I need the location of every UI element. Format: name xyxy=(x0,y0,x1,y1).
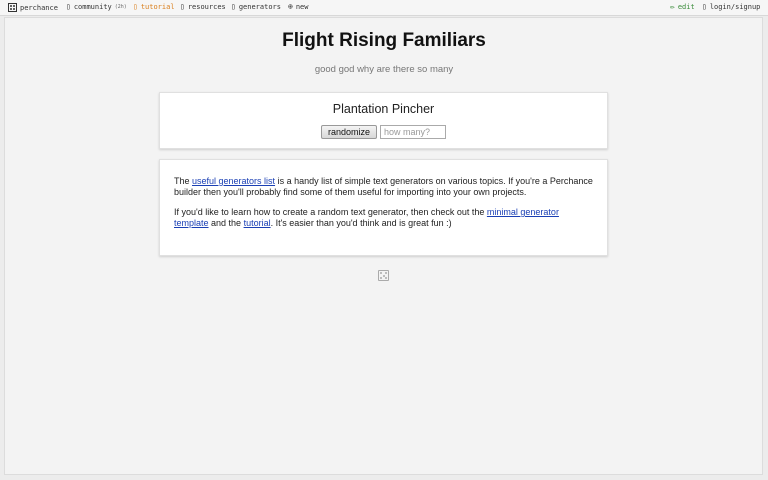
info-p1-text-start: The xyxy=(174,176,193,186)
nav-resources-link[interactable]: ▯ resources xyxy=(180,2,226,12)
nav-edit-link[interactable]: ✏ edit xyxy=(670,2,695,12)
nav-edit-label: edit xyxy=(677,3,695,11)
nav-tutorial-label: tutorial xyxy=(140,3,175,11)
info-paragraph-1: The useful generators list is a handy li… xyxy=(174,176,593,197)
useful-generators-link[interactable]: useful generators list xyxy=(192,176,275,186)
pencil-icon: ✏ xyxy=(670,2,675,11)
dice-logo-icon xyxy=(8,3,17,12)
tutorial-link[interactable]: tutorial xyxy=(244,218,271,228)
nav-tutorial-link[interactable]: ▯ tutorial xyxy=(133,2,175,12)
nav-generators-label: generators xyxy=(238,3,281,11)
nav-resources-label: resources xyxy=(187,3,226,11)
generated-output: Plantation Pincher xyxy=(332,102,435,116)
nav-new-link[interactable]: ⊕ new xyxy=(288,2,309,12)
nav-login-link[interactable]: ▯ login/signup xyxy=(702,2,761,12)
nav-community-link[interactable]: ▯ community (2h) xyxy=(66,2,127,12)
nav-login-label: login/signup xyxy=(709,3,761,11)
resources-icon: ▯ xyxy=(180,2,185,11)
plus-circle-icon: ⊕ xyxy=(288,2,293,11)
nav-community-label: community xyxy=(73,3,112,11)
info-card: The useful generators list is a handy li… xyxy=(159,159,608,256)
nav-home-link[interactable]: perchance xyxy=(8,3,58,12)
community-count: (2h) xyxy=(114,4,127,10)
output-card: Plantation Pincher randomize xyxy=(159,92,608,149)
generators-icon: ▯ xyxy=(231,2,236,11)
nav-home-label: perchance xyxy=(20,3,58,12)
generator-controls: randomize xyxy=(160,125,607,139)
how-many-input[interactable] xyxy=(380,125,447,139)
nav-new-label: new xyxy=(295,3,309,11)
community-icon: ▯ xyxy=(66,2,71,11)
randomize-button[interactable]: randomize xyxy=(320,125,378,139)
info-paragraph-2: If you'd like to learn how to create a r… xyxy=(174,207,593,228)
page-title: Flight Rising Familiars xyxy=(282,30,486,51)
nav-generators-link[interactable]: ▯ generators xyxy=(231,2,281,12)
page-subtitle: good god why are there so many xyxy=(314,64,454,75)
dice-icon[interactable] xyxy=(378,270,389,281)
info-p2-text-start: If you'd like to learn how to create a r… xyxy=(174,207,487,217)
info-p2-text-mid: and the xyxy=(208,217,244,228)
info-p2-text-end: . It's easier than you'd think and is gr… xyxy=(270,217,452,228)
user-icon: ▯ xyxy=(702,2,707,11)
tutorial-icon: ▯ xyxy=(133,2,138,11)
top-nav-bar: perchance ▯ community (2h) ▯ tutorial ▯ … xyxy=(0,0,768,16)
